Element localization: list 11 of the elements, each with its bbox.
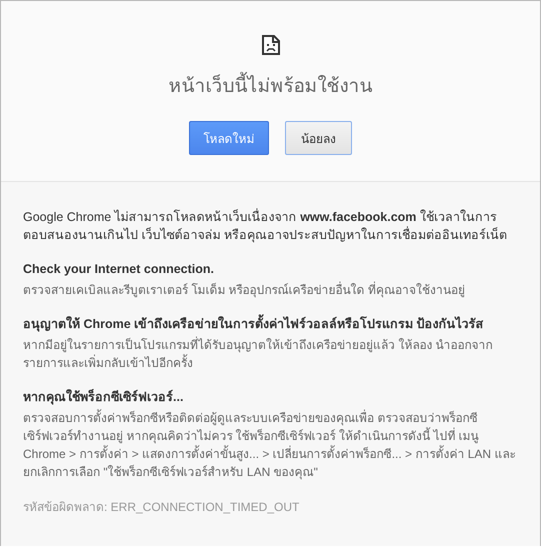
sad-page-icon <box>262 35 280 55</box>
suggestion-heading: หากคุณใช้พร็อกซีเซิร์ฟเวอร์... <box>23 388 184 406</box>
suggestion-heading: อนุญาตให้ Chrome เข้าถึงเครือข่ายในการตั้งค่าไฟร์วอลล์หรือโปรแกรม ป้องกันไวรัส <box>23 315 520 333</box>
error-description: Google Chrome ไม่สามารถโหลดหน้าเว็บเนื่องจาก www.facebook.com ใช้เวลาในการตอบสนองนานเกินไป เว็บไซต์อาจล่ม หรือคุณอาจประสบปัญหาในการเชื่อมต่ออินเทอร์เน็ต <box>23 208 508 244</box>
less-button[interactable]: น้อยลง <box>285 121 352 155</box>
suggestion-heading: Check your Internet connection. <box>23 261 216 278</box>
error-title: หน้าเว็บนี้ไม่พร้อมใช้งาน <box>168 70 372 100</box>
suggestion-text: หากมีอยู่ในรายการเป็นโปรแกรมที่ได้รับอนุญาตให้เข้าถึงเครือข่ายอยู่แล้ว ให้ลอง นำออกจากรายการและเพิ่มกลับเข้าไปอีกครั้ง <box>23 336 494 372</box>
suggestion-text: ตรวจสอบการตั้งค่าพร็อกซีหรือติดต่อผู้ดูแลระบบเครือข่ายของคุณเพื่อ ตรวจสอบว่าพร็อกซีเซิร์ฟเวอร์ทำงานอยู่ หากคุณคิดว่าไม่ควร ใช้พร็อกซีเซิร์ฟเวอร์ ให้ดำเนินการดังนี้ ไปที่ เมนู Chrome > การตั้งค่า > แสดงการตั้งค่าขั้นสูง... > เปลี่ยนการตั้งค่าพร็อกซี... > การตั้งค่า LAN และยกเลิกการเลือก "ใช้พร็อกซีเซิร์ฟเวอร์สำหรับ LAN ของคุณ" <box>23 409 516 481</box>
error-code: รหัสข้อผิดพลาด: ERR_CONNECTION_TIMED_OUT <box>23 499 300 516</box>
suggestion-text: ตรวจสายเคเบิลและรีบูตเราเตอร์ โมเด็ม หรืออุปกรณ์เครือข่ายอื่นใด ที่คุณอาจใช้งานอยู่ <box>23 281 466 299</box>
